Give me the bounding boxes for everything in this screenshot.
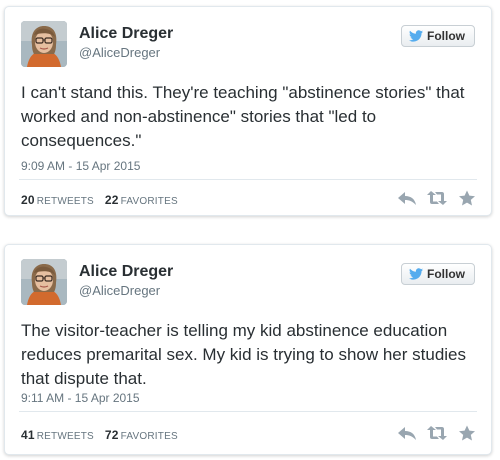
tweet-card: Alice Dreger @AliceDreger Follow The vis… — [4, 244, 492, 455]
follow-label: Follow — [427, 267, 465, 281]
tweet-text: The visitor-teacher is telling my kid ab… — [21, 321, 467, 388]
twitter-bird-icon — [409, 268, 423, 280]
favorite-icon[interactable] — [457, 190, 477, 206]
tweet-stats: 20 RETWEETS 22 FAVORITES — [21, 193, 186, 207]
retweet-icon[interactable] — [427, 425, 447, 441]
avatar-portrait-icon — [21, 259, 67, 305]
twitter-bird-icon — [409, 30, 423, 42]
follow-button[interactable]: Follow — [401, 25, 475, 47]
favorite-icon[interactable] — [457, 425, 477, 441]
follow-label: Follow — [427, 29, 465, 43]
divider — [19, 179, 477, 180]
retweets-label: RETWEETS — [36, 431, 94, 442]
retweets-label: RETWEETS — [36, 196, 94, 207]
author-handle[interactable]: @AliceDreger — [79, 45, 160, 60]
retweet-count[interactable]: 20 — [21, 193, 35, 207]
avatar[interactable] — [21, 21, 67, 67]
author-name[interactable]: Alice Dreger — [79, 25, 173, 43]
divider — [19, 411, 477, 412]
tweet-actions — [397, 190, 477, 206]
tweet-actions — [397, 425, 477, 441]
retweet-count[interactable]: 41 — [21, 428, 35, 442]
avatar[interactable] — [21, 259, 67, 305]
tweet-timestamp[interactable]: 9:09 AM - 15 Apr 2015 — [21, 159, 140, 173]
tweet-timestamp[interactable]: 9:11 AM - 15 Apr 2015 — [21, 391, 140, 405]
tweet-text: I can't stand this. They're teaching "ab… — [21, 83, 465, 150]
favorite-count[interactable]: 72 — [105, 428, 119, 442]
reply-icon[interactable] — [397, 425, 417, 441]
author-name[interactable]: Alice Dreger — [79, 263, 173, 281]
tweet-card: Alice Dreger @AliceDreger Follow I can't… — [4, 6, 492, 216]
favorites-label: FAVORITES — [120, 431, 178, 442]
favorites-label: FAVORITES — [120, 196, 178, 207]
author-handle[interactable]: @AliceDreger — [79, 283, 160, 298]
avatar-portrait-icon — [21, 21, 67, 67]
retweet-icon[interactable] — [427, 190, 447, 206]
reply-icon[interactable] — [397, 190, 417, 206]
favorite-count[interactable]: 22 — [105, 193, 119, 207]
follow-button[interactable]: Follow — [401, 263, 475, 285]
tweet-stats: 41 RETWEETS 72 FAVORITES — [21, 428, 186, 442]
